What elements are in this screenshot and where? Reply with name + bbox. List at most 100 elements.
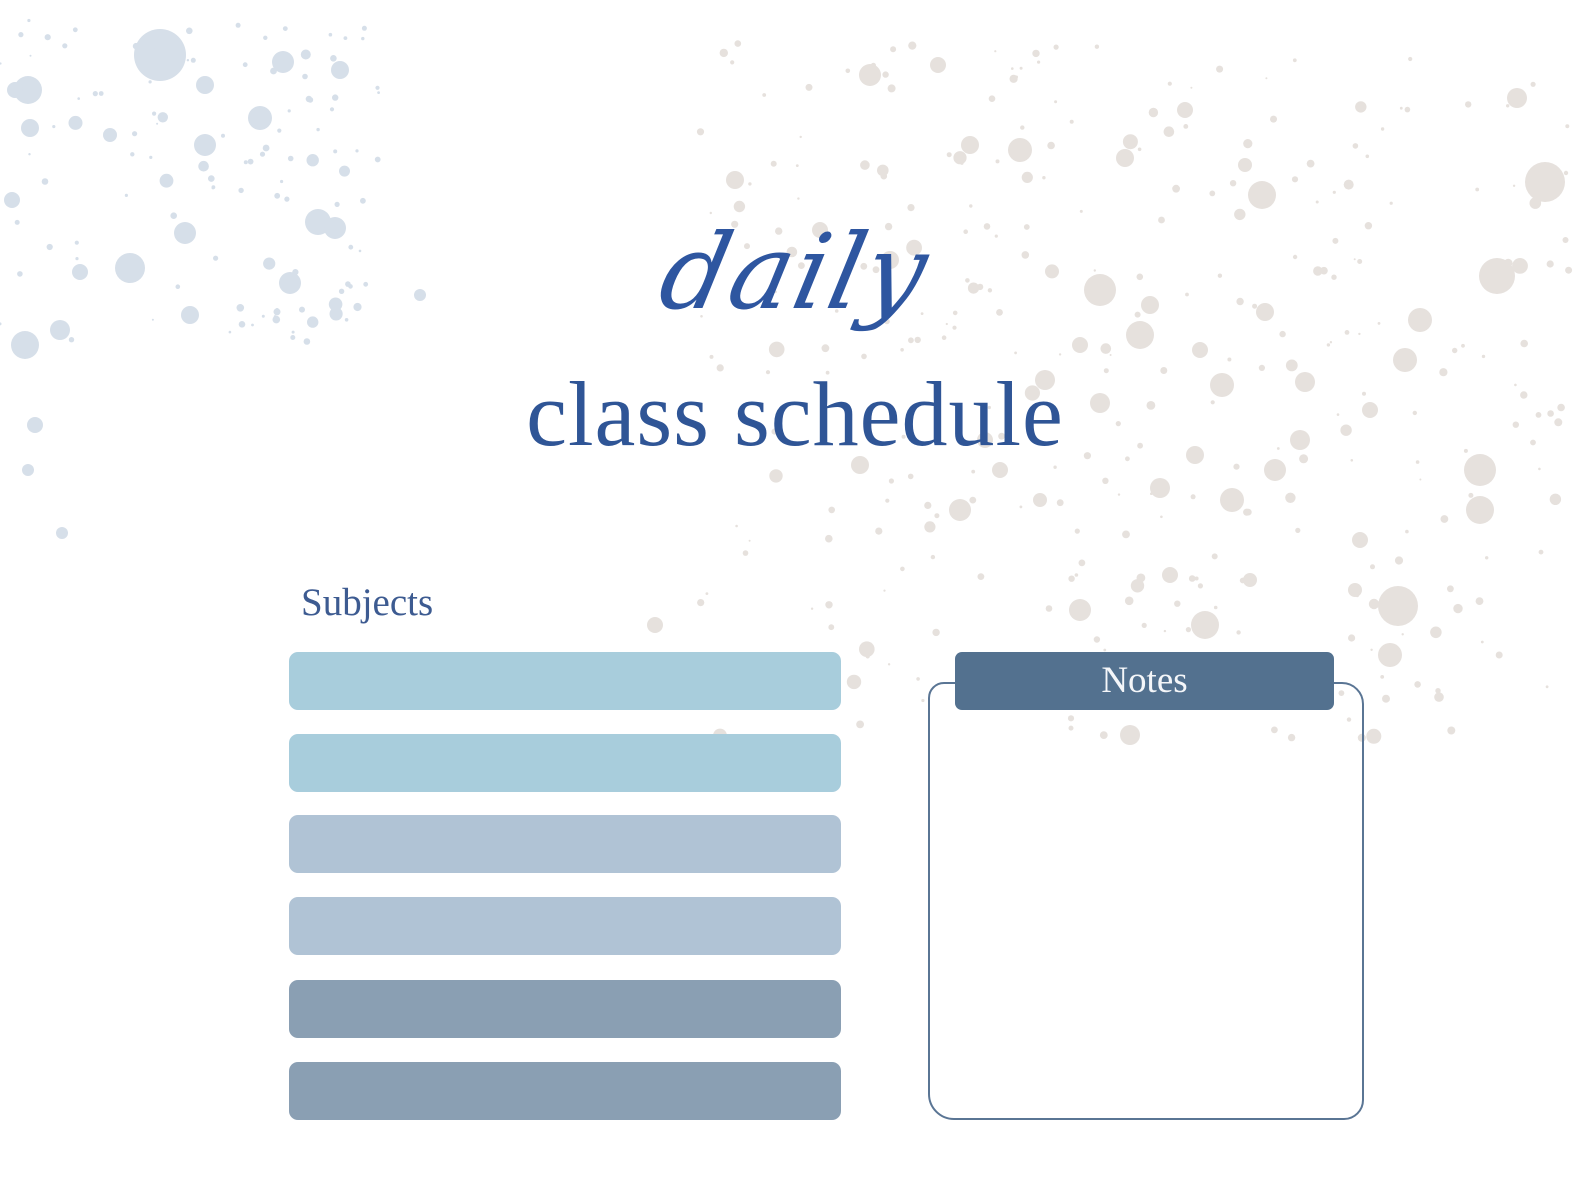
splatter-dot xyxy=(875,527,883,535)
subject-field-5[interactable] xyxy=(289,980,841,1038)
splatter-dot xyxy=(1440,515,1449,523)
splatter-dot xyxy=(1211,553,1218,560)
splatter-dot xyxy=(805,83,813,91)
splatter-dot xyxy=(953,151,967,165)
splatter-dot xyxy=(331,61,349,79)
splatter-dot xyxy=(1466,496,1494,524)
splatter-dot xyxy=(361,25,367,31)
splatter-dot xyxy=(1047,141,1055,150)
splatter-dot xyxy=(748,182,752,186)
splatter-dot xyxy=(1008,138,1032,162)
splatter-dot xyxy=(284,196,290,202)
splatter-dot xyxy=(98,91,104,96)
splatter-dot xyxy=(1011,67,1014,70)
splatter-dot xyxy=(280,179,284,184)
splatter-dot xyxy=(21,119,39,137)
splatter-dot xyxy=(908,41,917,50)
splatter-dot xyxy=(697,599,705,607)
splatter-dot xyxy=(1150,492,1153,496)
splatter-dot xyxy=(932,628,940,637)
splatter-dot xyxy=(167,72,172,78)
splatter-dot xyxy=(52,125,56,129)
splatter-dot xyxy=(7,82,23,98)
subject-field-4[interactable] xyxy=(289,897,841,955)
splatter-dot xyxy=(270,67,277,75)
page-title: class schedule xyxy=(526,363,1064,465)
splatter-dot xyxy=(1093,636,1101,643)
splatter-dot xyxy=(696,128,705,136)
subject-field-6[interactable] xyxy=(289,1062,841,1120)
splatter-dot xyxy=(1124,596,1134,606)
splatter-dot xyxy=(1507,88,1527,108)
splatter-dot xyxy=(960,161,964,165)
splatter-dot xyxy=(1468,492,1474,498)
splatter-dot xyxy=(748,539,751,542)
splatter-dot xyxy=(1117,493,1121,496)
splatter-dot xyxy=(259,151,266,157)
subject-field-3[interactable] xyxy=(289,815,841,873)
splatter-dot xyxy=(1380,127,1385,131)
splatter-dot xyxy=(883,589,886,592)
splatter-dot xyxy=(287,155,294,162)
splatter-dot xyxy=(221,133,225,138)
splatter-dot xyxy=(132,131,138,137)
splatter-dot xyxy=(1414,681,1421,688)
splatter-dot xyxy=(730,60,735,65)
splatter-dot xyxy=(1378,586,1418,626)
splatter-dot xyxy=(1109,354,1112,356)
splatter-dot xyxy=(159,173,174,188)
splatter-dot xyxy=(1227,357,1232,362)
splatter-dot xyxy=(887,84,896,93)
splatter-dot xyxy=(211,185,216,190)
splatter-dot xyxy=(1074,528,1080,534)
splatter-dot xyxy=(243,160,248,165)
splatter-dot xyxy=(1192,342,1208,358)
splatter-dot xyxy=(1037,60,1041,64)
splatter-dot xyxy=(1530,81,1536,87)
splatter-dot xyxy=(190,57,196,63)
splatter-dot xyxy=(198,160,209,172)
splatter-dot xyxy=(1122,530,1130,539)
splatter-dot xyxy=(1094,44,1100,49)
splatter-dot xyxy=(41,178,49,185)
splatter-dot xyxy=(1394,556,1404,565)
splatter-dot xyxy=(68,115,83,130)
splatter-dot xyxy=(885,498,890,503)
splatter-dot xyxy=(1506,104,1510,108)
splatter-dot xyxy=(11,331,39,359)
splatter-dot xyxy=(1378,643,1402,667)
splatter-dot xyxy=(856,720,864,729)
splatter-dot xyxy=(845,68,851,74)
splatter-dot xyxy=(1160,515,1163,519)
splatter-dot xyxy=(735,524,738,528)
splatter-dot xyxy=(1526,178,1534,185)
splatter-dot xyxy=(1485,556,1489,560)
splatter-dot xyxy=(647,617,663,633)
splatter-dot xyxy=(360,197,366,204)
subject-field-2[interactable] xyxy=(289,734,841,792)
splatter-dot xyxy=(870,62,877,68)
splatter-dot xyxy=(274,192,281,199)
splatter-dot xyxy=(1136,573,1146,583)
splatter-dot xyxy=(153,46,161,54)
splatter-dot xyxy=(103,128,117,142)
splatter-dot xyxy=(934,513,940,519)
splatter-dot xyxy=(332,94,339,101)
splatter-dot xyxy=(1033,493,1047,507)
splatter-dot xyxy=(306,154,319,167)
splatter-dot xyxy=(303,338,311,345)
splatter-dot xyxy=(1078,559,1086,567)
splatter-dot xyxy=(1285,492,1296,503)
splatter-dot xyxy=(1408,56,1413,62)
splatter-dot xyxy=(860,160,870,170)
splatter-dot xyxy=(1014,351,1017,355)
subject-field-1[interactable] xyxy=(289,652,841,710)
splatter-dot xyxy=(1291,176,1299,183)
splatter-dot xyxy=(1461,343,1465,348)
splatter-dot xyxy=(1447,585,1454,593)
splatter-dot xyxy=(194,134,216,156)
notes-textarea[interactable] xyxy=(942,722,1354,1110)
splatter-dot xyxy=(825,601,833,609)
splatter-dot xyxy=(762,93,767,97)
splatter-dot xyxy=(1116,149,1134,167)
